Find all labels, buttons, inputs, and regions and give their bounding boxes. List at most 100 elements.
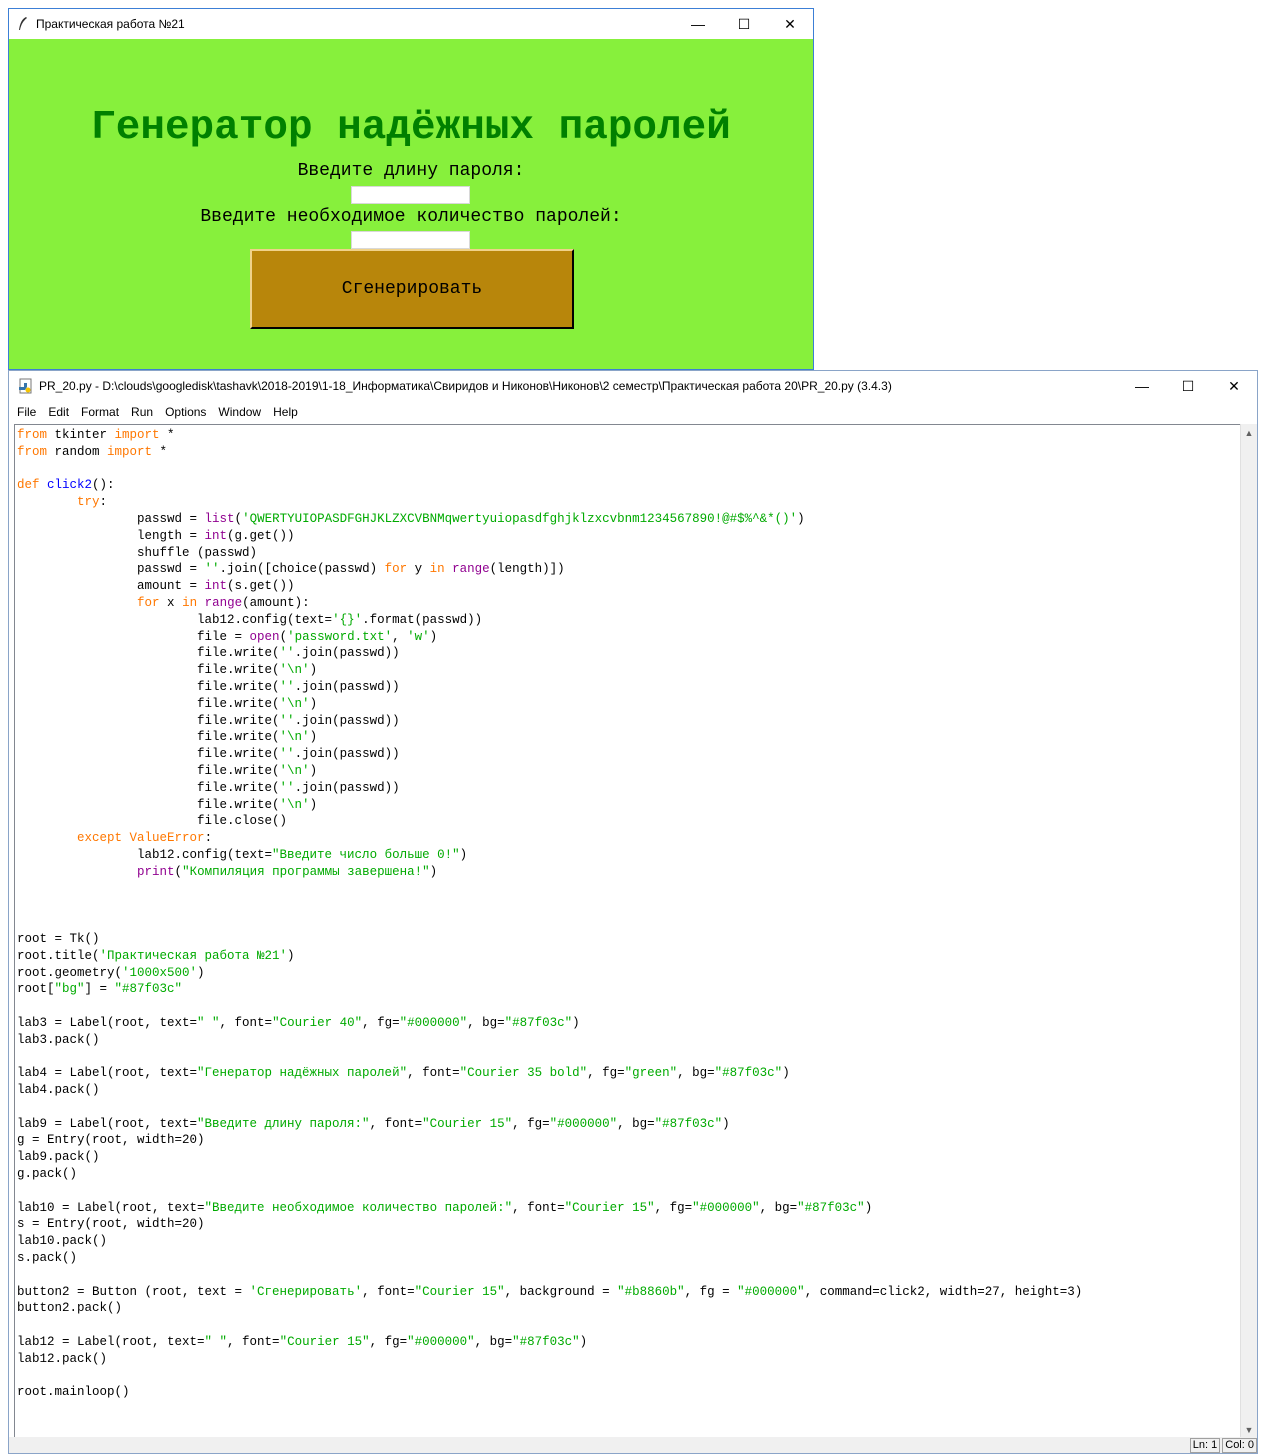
code-line[interactable]: button2.pack() bbox=[17, 1300, 1246, 1317]
code-line[interactable]: button2 = Button (root, text = 'Сгенерир… bbox=[17, 1284, 1246, 1301]
code-line[interactable]: try: bbox=[17, 494, 1246, 511]
code-token: 'w' bbox=[407, 629, 430, 644]
code-line[interactable]: file = open('password.txt', 'w') bbox=[17, 629, 1246, 646]
code-line[interactable]: file.write('\n') bbox=[17, 797, 1246, 814]
code-line[interactable]: lab9 = Label(root, text="Введите длину п… bbox=[17, 1116, 1246, 1133]
code-line[interactable]: file.write(''.join(passwd)) bbox=[17, 713, 1246, 730]
code-text[interactable]: from tkinter import * from random import … bbox=[15, 425, 1246, 1401]
code-line[interactable]: file.write('\n') bbox=[17, 662, 1246, 679]
code-line[interactable]: file.write(''.join(passwd)) bbox=[17, 679, 1246, 696]
code-line[interactable] bbox=[17, 914, 1246, 931]
code-line[interactable]: file.write(''.join(passwd)) bbox=[17, 780, 1246, 797]
code-line[interactable] bbox=[17, 1368, 1246, 1385]
code-line[interactable]: from tkinter import * bbox=[17, 427, 1246, 444]
code-line[interactable]: root.geometry('1000x500') bbox=[17, 965, 1246, 982]
code-line[interactable]: file.write('\n') bbox=[17, 696, 1246, 713]
menu-help[interactable]: Help bbox=[273, 405, 298, 419]
scroll-up-icon[interactable]: ▲ bbox=[1241, 424, 1257, 441]
code-line[interactable]: g.pack() bbox=[17, 1166, 1246, 1183]
code-line[interactable]: passwd = ''.join([choice(passwd) for y i… bbox=[17, 561, 1246, 578]
menu-file[interactable]: File bbox=[17, 405, 36, 419]
code-line[interactable]: s = Entry(root, width=20) bbox=[17, 1216, 1246, 1233]
code-line[interactable]: root.mainloop() bbox=[17, 1384, 1246, 1401]
code-line[interactable]: def click2(): bbox=[17, 477, 1246, 494]
tk-window-title: Практическая работа №21 bbox=[36, 17, 185, 31]
code-line[interactable]: passwd = list('QWERTYUIOPASDFGHJKLZXCVBN… bbox=[17, 511, 1246, 528]
code-line[interactable] bbox=[17, 1048, 1246, 1065]
idle-titlebar[interactable]: PR_20.py - D:\clouds\googledisk\tashavk\… bbox=[9, 371, 1257, 401]
code-line[interactable]: file.close() bbox=[17, 813, 1246, 830]
code-line[interactable]: amount = int(s.get()) bbox=[17, 578, 1246, 595]
code-line[interactable]: shuffle (passwd) bbox=[17, 545, 1246, 562]
code-line[interactable]: lab3.pack() bbox=[17, 1032, 1246, 1049]
code-line[interactable]: lab10 = Label(root, text="Введите необхо… bbox=[17, 1200, 1246, 1217]
code-line[interactable]: file.write('\n') bbox=[17, 729, 1246, 746]
code-editor[interactable]: from tkinter import * from random import … bbox=[14, 424, 1247, 1438]
code-line[interactable]: lab10.pack() bbox=[17, 1233, 1246, 1250]
code-line[interactable]: lab12.config(text="Введите число больше … bbox=[17, 847, 1246, 864]
code-token: lab10 = Label(root, text= bbox=[17, 1200, 205, 1215]
length-input[interactable] bbox=[351, 186, 470, 204]
code-token: ) bbox=[722, 1116, 730, 1131]
code-line[interactable] bbox=[17, 461, 1246, 478]
menu-options[interactable]: Options bbox=[165, 405, 206, 419]
code-token: def bbox=[17, 478, 40, 493]
code-token: file.write( bbox=[17, 747, 280, 762]
menu-window[interactable]: Window bbox=[218, 405, 261, 419]
minimize-icon[interactable]: — bbox=[1119, 371, 1165, 401]
code-line[interactable]: lab4 = Label(root, text="Генератор надёж… bbox=[17, 1065, 1246, 1082]
menu-format[interactable]: Format bbox=[81, 405, 119, 419]
column-indicator: Col: 0 bbox=[1222, 1437, 1257, 1453]
code-line[interactable]: lab12.config(text='{}'.format(passwd)) bbox=[17, 612, 1246, 629]
tk-titlebar[interactable]: Практическая работа №21 — ☐ ✕ bbox=[9, 9, 813, 39]
code-line[interactable] bbox=[17, 1183, 1246, 1200]
code-token: , bg= bbox=[474, 1335, 513, 1350]
code-line[interactable] bbox=[17, 1267, 1246, 1284]
vertical-scrollbar[interactable]: ▲ ▼ bbox=[1240, 424, 1257, 1438]
code-token: x bbox=[159, 595, 183, 610]
code-token: "#b8860b" bbox=[617, 1284, 685, 1299]
code-token: "#000000" bbox=[399, 1015, 468, 1030]
generate-button[interactable]: Сгенерировать bbox=[250, 249, 574, 329]
code-line[interactable] bbox=[17, 881, 1246, 898]
code-line[interactable]: file.write('\n') bbox=[17, 763, 1246, 780]
maximize-icon[interactable]: ☐ bbox=[721, 9, 767, 39]
code-line[interactable]: length = int(g.get()) bbox=[17, 528, 1246, 545]
code-line[interactable] bbox=[17, 1317, 1246, 1334]
code-line[interactable]: print("Компиляция программы завершена!") bbox=[17, 864, 1246, 881]
code-line[interactable]: file.write(''.join(passwd)) bbox=[17, 645, 1246, 662]
scroll-down-icon[interactable]: ▼ bbox=[1241, 1421, 1257, 1438]
menu-run[interactable]: Run bbox=[131, 405, 153, 419]
code-line[interactable]: from random import * bbox=[17, 444, 1246, 461]
code-line[interactable]: lab3 = Label(root, text=" ", font="Couri… bbox=[17, 1015, 1246, 1032]
code-line[interactable]: g = Entry(root, width=20) bbox=[17, 1132, 1246, 1149]
minimize-icon[interactable]: — bbox=[675, 9, 721, 39]
code-line[interactable]: s.pack() bbox=[17, 1250, 1246, 1267]
code-token: '1000x500' bbox=[122, 965, 198, 980]
close-icon[interactable]: ✕ bbox=[767, 9, 813, 39]
code-token: g.pack() bbox=[17, 1167, 78, 1182]
maximize-icon[interactable]: ☐ bbox=[1165, 371, 1211, 401]
code-line[interactable]: lab12 = Label(root, text=" ", font="Cour… bbox=[17, 1334, 1246, 1351]
code-line[interactable]: file.write(''.join(passwd)) bbox=[17, 746, 1246, 763]
code-line[interactable]: except ValueError: bbox=[17, 830, 1246, 847]
menu-edit[interactable]: Edit bbox=[48, 405, 69, 419]
count-input[interactable] bbox=[351, 231, 470, 249]
code-line[interactable]: root = Tk() bbox=[17, 931, 1246, 948]
code-token: lab9.pack() bbox=[17, 1150, 100, 1165]
code-line[interactable] bbox=[17, 1099, 1246, 1116]
code-line[interactable]: root.title('Практическая работа №21') bbox=[17, 948, 1246, 965]
code-line[interactable] bbox=[17, 998, 1246, 1015]
code-line[interactable]: lab12.pack() bbox=[17, 1351, 1246, 1368]
code-token: range bbox=[204, 595, 243, 610]
code-line[interactable]: for x in range(amount): bbox=[17, 595, 1246, 612]
code-line[interactable]: root["bg"] = "#87f03c" bbox=[17, 981, 1246, 998]
code-token: lab12 = Label(root, text= bbox=[17, 1335, 205, 1350]
code-token: '\n' bbox=[279, 797, 310, 812]
code-token: (): bbox=[92, 478, 115, 493]
code-line[interactable] bbox=[17, 897, 1246, 914]
close-icon[interactable]: ✕ bbox=[1211, 371, 1257, 401]
code-token: ) bbox=[429, 629, 438, 644]
code-line[interactable]: lab9.pack() bbox=[17, 1149, 1246, 1166]
code-line[interactable]: lab4.pack() bbox=[17, 1082, 1246, 1099]
